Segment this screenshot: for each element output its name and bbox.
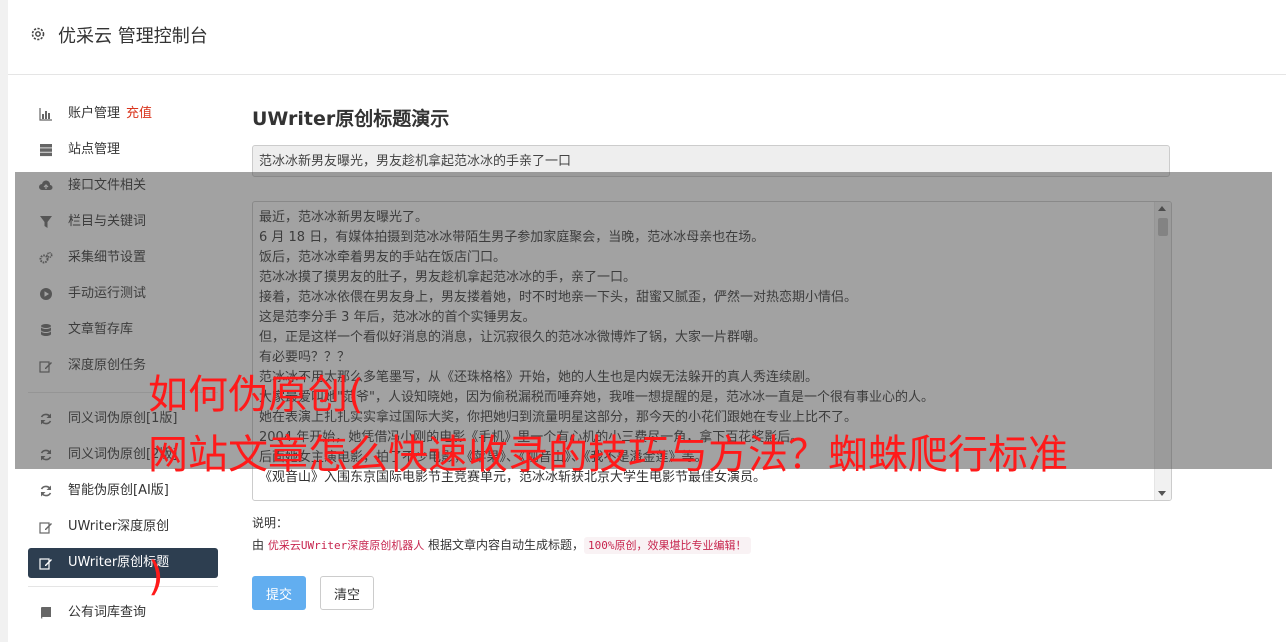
edit-icon (39, 522, 52, 534)
server-icon (40, 144, 52, 157)
book-icon (41, 607, 51, 619)
section-title: UWriter原创标题演示 (252, 108, 450, 130)
note-prefix: 由 (252, 538, 265, 552)
note-text: 由 优采云UWriter深度原创机器人 根据文章内容自动生成标题， 100%原创，… (252, 536, 751, 554)
bar-chart-icon (39, 108, 52, 121)
clear-button[interactable]: 清空 (320, 576, 374, 610)
sidebar-item-label: 站点管理 (68, 142, 121, 157)
note-label: 说明： (252, 516, 289, 530)
watermark-line-1: 如何伪原创( (148, 372, 364, 418)
overlay-band (15, 172, 1272, 469)
edit-icon (39, 558, 52, 570)
note-middle: 根据文章内容自动生成标题， (428, 538, 585, 552)
submit-button[interactable]: 提交 (252, 576, 306, 610)
main-panel: UWriter原创标题演示 范冰冰新男友曝光，男友趁机拿起范冰冰的手亲了一口 最… (252, 104, 1172, 610)
sidebar-item-uwriter-deep[interactable]: UWriter深度原创 (28, 509, 218, 545)
sidebar-item-label: 公有词库查询 (68, 605, 147, 620)
recharge-link[interactable]: 充值 (126, 106, 152, 121)
scroll-down-icon[interactable] (1158, 491, 1166, 496)
sidebar-item-label: 账户管理 (68, 106, 121, 121)
original-badge: 100%原创，效果堪比专业编辑！ (584, 537, 751, 554)
sidebar-item-account[interactable]: 账户管理 充值 (28, 96, 218, 132)
watermark-line-2: 网站文章怎么快速收录的技巧与方法？蜘蛛爬行标准 (148, 432, 1068, 478)
sidebar-divider (28, 586, 218, 587)
page-title: 优采云 管理控制台 (58, 26, 208, 47)
robot-link: 优采云UWriter深度原创机器人 (267, 539, 425, 552)
gear-icon (31, 27, 45, 41)
watermark-line-3: ) (148, 554, 164, 600)
sidebar-item-uwriter-title[interactable]: UWriter原创标题 (28, 548, 218, 578)
header: 优采云 管理控制台 (8, 0, 1286, 75)
refresh-icon (40, 485, 52, 497)
sidebar-item-label: UWriter深度原创 (68, 519, 170, 534)
sidebar-item-sites[interactable]: 站点管理 (28, 132, 218, 168)
sidebar-item-public-lexicon[interactable]: 公有词库查询 (28, 595, 218, 631)
